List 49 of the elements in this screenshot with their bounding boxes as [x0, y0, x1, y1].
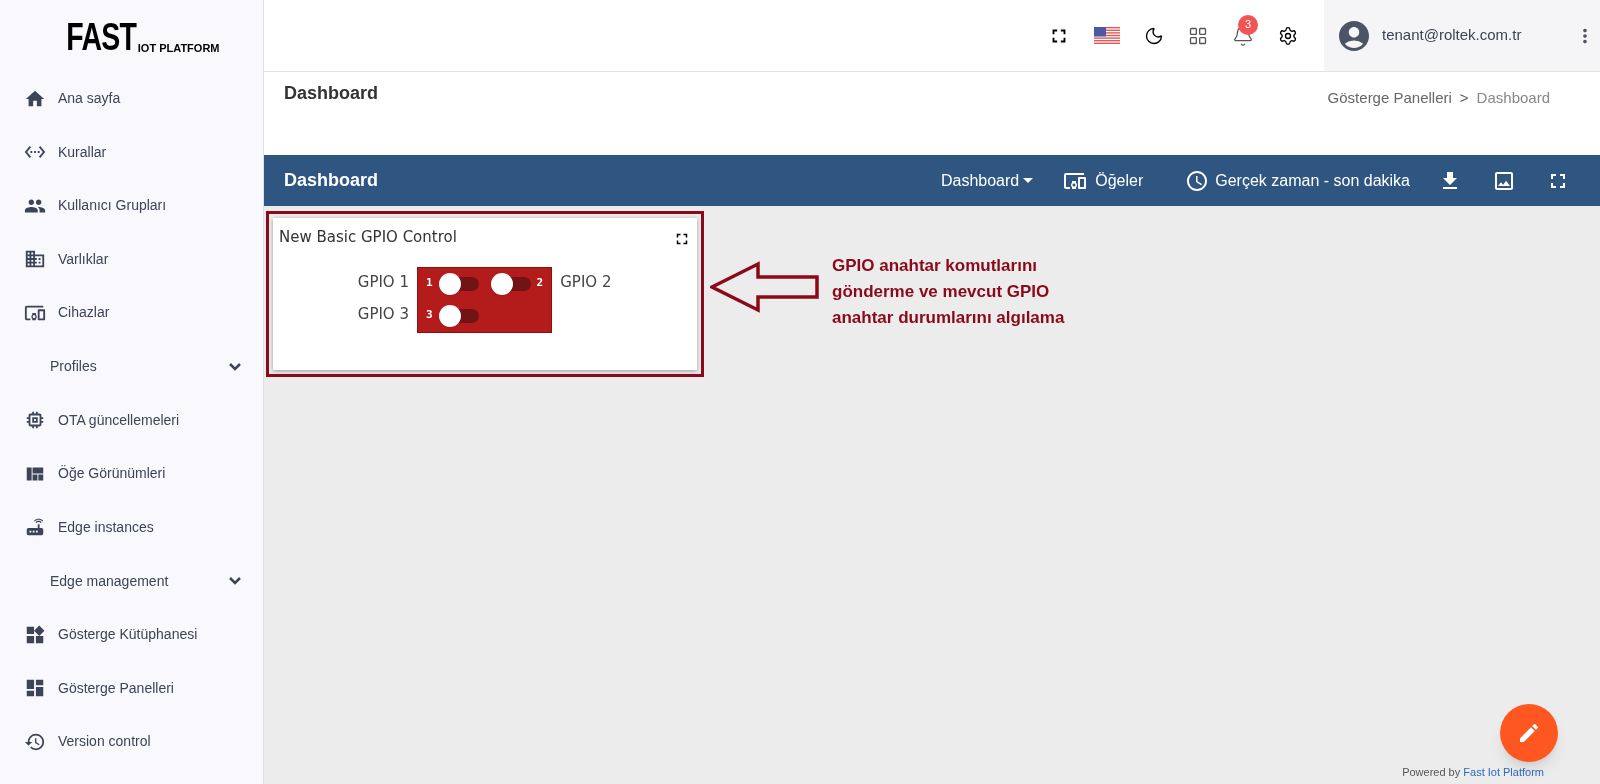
sidebar-item[interactable]: Version control — [0, 715, 263, 769]
sidebar-item[interactable]: Kurallar — [0, 125, 263, 179]
dashboard-select[interactable]: Dashboard — [940, 168, 1034, 193]
breadcrumb-separator: > — [1459, 87, 1469, 108]
moon-icon[interactable] — [1144, 25, 1164, 46]
pin-number: 3 — [426, 307, 433, 324]
sidebar-item[interactable]: Gösterge Kütüphanesi — [0, 608, 263, 662]
page-title: Dashboard — [284, 82, 379, 105]
pin-number: 2 — [536, 275, 544, 292]
sidebar-item[interactable]: Cihazlar — [0, 286, 263, 340]
gpio-label: GPIO 2 — [560, 272, 612, 294]
sidebar-item[interactable]: Edge instances — [0, 500, 263, 554]
sidebar-group[interactable]: Edge management — [0, 554, 263, 608]
breadcrumb-item[interactable]: Gösterge Panelleri — [1327, 86, 1452, 110]
sidebar-item[interactable]: Kullanıcı Grupları — [0, 179, 263, 233]
gpio-label: GPIO 3 — [357, 304, 409, 326]
toggle-switch[interactable] — [490, 272, 531, 295]
grid-icon[interactable] — [1188, 25, 1208, 46]
powered-by-text: Powered by Fast Iot Platform — [1402, 764, 1544, 780]
gpio-label: GPIO 1 — [357, 272, 409, 294]
sidebar-item[interactable]: Gösterge Panelleri — [0, 661, 263, 715]
sidebar-item[interactable]: OTA güncellemeleri — [0, 393, 263, 447]
widgets-button[interactable]: Öğeler — [1063, 168, 1144, 193]
toggle-switch[interactable] — [438, 272, 479, 295]
sidebar-item[interactable]: Öğe Görünümleri — [0, 447, 263, 501]
sidebar-group[interactable]: Profiles — [0, 339, 263, 394]
annotation-text: GPIO anahtar komutlarını gönderme ve mevcut GPIO anahtar durumlarını algılama — [832, 255, 1066, 329]
sidebar-item[interactable]: Ana sayfa — [0, 72, 263, 126]
user-email: tenant@roltek.com.tr — [1382, 25, 1523, 46]
logo: FASTIOT PLATFORM — [65, 18, 220, 56]
edit-icon — [1517, 721, 1541, 745]
flag-icon[interactable] — [1094, 26, 1120, 45]
user-menu[interactable]: tenant@roltek.com.tr — [1324, 0, 1600, 71]
caret-icon — [1023, 178, 1034, 183]
chevron-icon — [229, 577, 241, 585]
clock-icon — [1185, 168, 1210, 193]
toggle-switch[interactable] — [438, 304, 479, 327]
widget-title: New Basic GPIO Control — [279, 227, 457, 248]
sidebar-item-icon — [24, 623, 46, 646]
chevron-icon — [229, 362, 241, 371]
sidebar-item[interactable]: Varlıklar — [0, 232, 263, 286]
edit-button[interactable] — [1500, 704, 1558, 762]
dashboard-title: Dashboard — [284, 169, 380, 192]
notification-badge: 3 — [1238, 14, 1258, 35]
settings-icon[interactable] — [1278, 25, 1298, 46]
platform-link[interactable]: Fast Iot Platform — [1463, 765, 1544, 778]
breadcrumb-item: Dashboard — [1476, 87, 1550, 108]
pin-number: 1 — [426, 275, 433, 292]
time-window-button[interactable]: Gerçek zaman - son dakika — [1185, 168, 1410, 193]
